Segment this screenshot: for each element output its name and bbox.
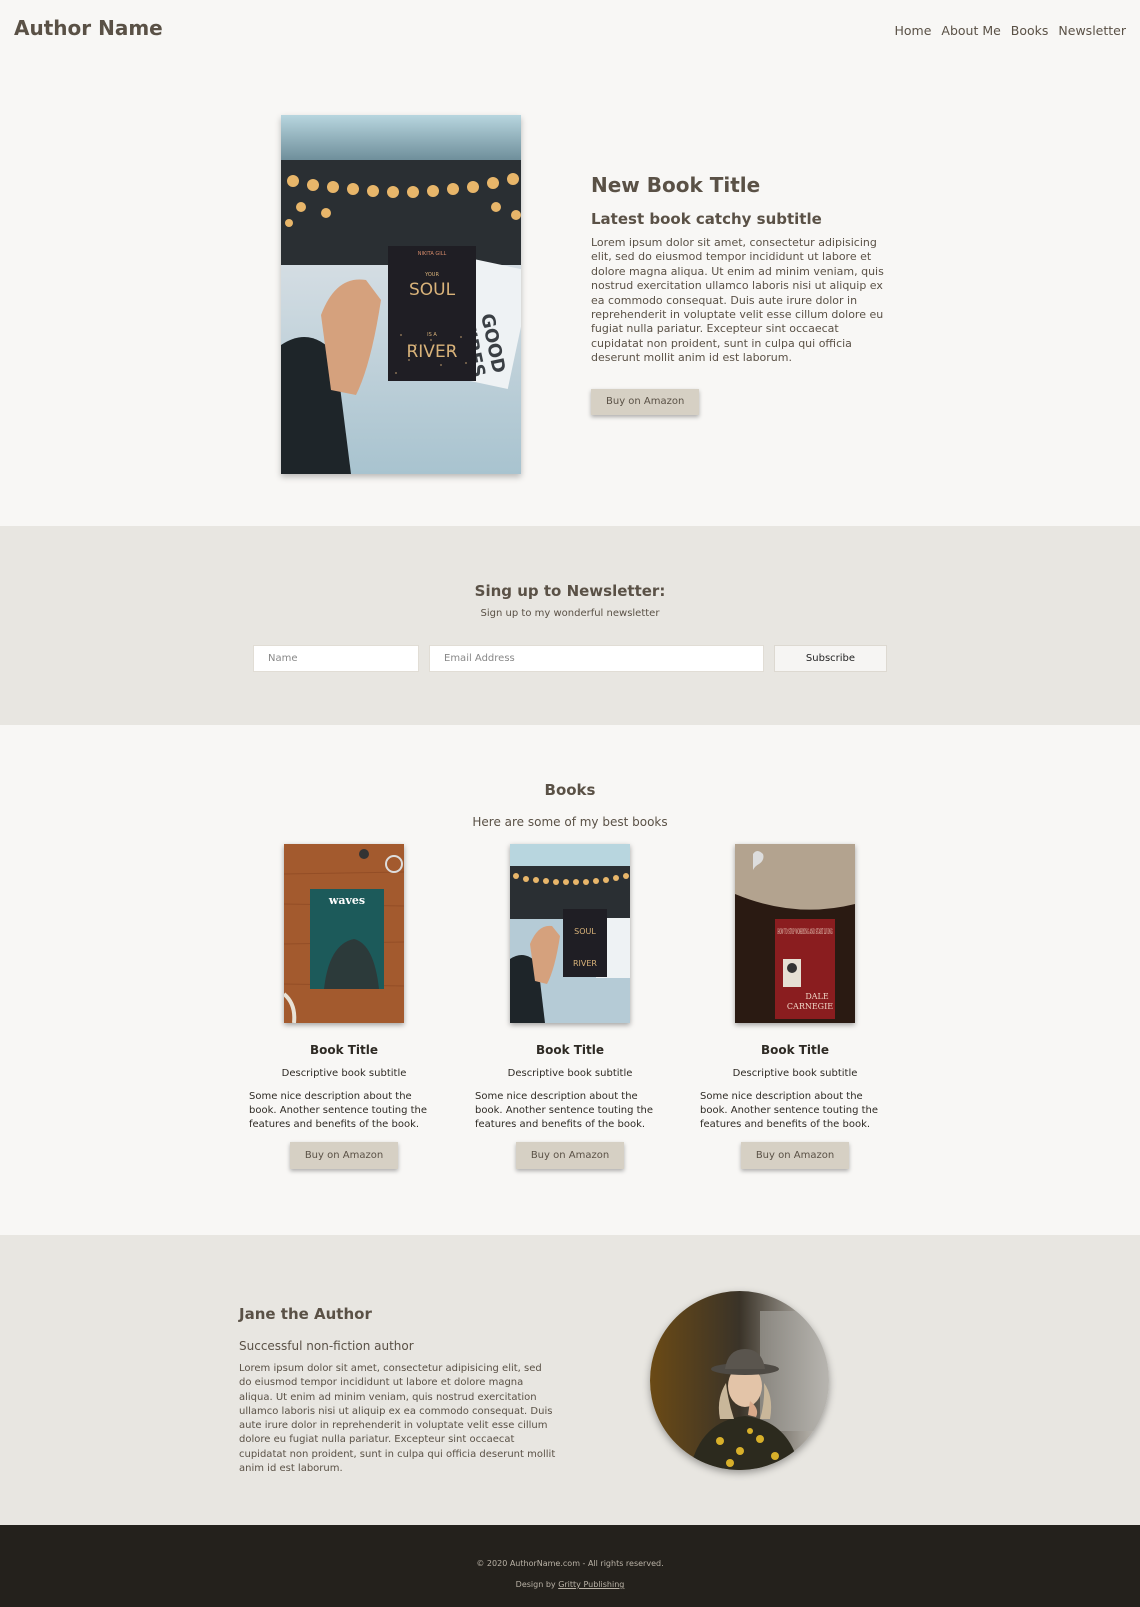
svg-text:CARNEGIE: CARNEGIE bbox=[787, 1002, 833, 1011]
design-credit-prefix: Design by bbox=[515, 1580, 559, 1589]
about-section: Jane the Author Successful non-fiction a… bbox=[0, 1235, 1140, 1525]
books-title: Books bbox=[544, 781, 596, 799]
book-description: Some nice description about the book. An… bbox=[700, 1091, 879, 1130]
site-logo[interactable]: Author Name bbox=[14, 16, 163, 40]
nav-home[interactable]: Home bbox=[894, 23, 931, 38]
book-subtitle: Descriptive book subtitle bbox=[507, 1068, 633, 1079]
newsletter-subtitle: Sign up to my wonderful newsletter bbox=[480, 608, 660, 619]
newsletter-section: Sing up to Newsletter: Sign up to my won… bbox=[0, 526, 1140, 725]
svg-text:RIVER: RIVER bbox=[573, 959, 597, 968]
books-subtitle: Here are some of my best books bbox=[472, 815, 668, 829]
buy-amazon-button[interactable]: Buy on Amazon bbox=[289, 1142, 399, 1169]
book-title: Book Title bbox=[535, 1043, 605, 1057]
hero-title: New Book Title bbox=[591, 173, 761, 197]
book-description: Some nice description about the book. An… bbox=[249, 1091, 428, 1130]
design-credit-link[interactable]: Gritty Publishing bbox=[558, 1580, 624, 1589]
book-cover-image[interactable]: HOW TO STOP WORRYING AND START LIVING DA… bbox=[735, 844, 855, 1023]
svg-text:DALE: DALE bbox=[805, 992, 829, 1001]
svg-text:IS A: IS A bbox=[427, 332, 437, 338]
books-section: Books Here are some of my best books wav… bbox=[0, 725, 1140, 1235]
author-role: Successful non-fiction author bbox=[239, 1339, 414, 1353]
book-title: Book Title bbox=[309, 1043, 379, 1057]
hero-description: Lorem ipsum dolor sit amet, consectetur … bbox=[591, 236, 884, 365]
newsletter-form: Subscribe bbox=[253, 645, 887, 672]
svg-text:YOUR: YOUR bbox=[424, 272, 439, 278]
svg-text:HOW TO STOP WORRYING AND START: HOW TO STOP WORRYING AND START LIVING bbox=[778, 928, 833, 936]
book-subtitle: Descriptive book subtitle bbox=[281, 1068, 407, 1079]
email-input[interactable] bbox=[429, 645, 764, 672]
copyright-text: © 2020 AuthorName.com - All rights reser… bbox=[476, 1559, 664, 1568]
book-cover-image[interactable]: SOUL RIVER bbox=[510, 844, 630, 1023]
nav-books[interactable]: Books bbox=[1011, 23, 1049, 38]
nav-about-me[interactable]: About Me bbox=[941, 23, 1000, 38]
book-description: Some nice description about the book. An… bbox=[475, 1091, 654, 1130]
book-card: SOUL RIVER Book Title Descriptive book s… bbox=[475, 844, 665, 1169]
hero-section: GOOD VIBES NIKITA GILL YOUR SOUL IS A RI… bbox=[0, 62, 1140, 526]
subscribe-button[interactable]: Subscribe bbox=[774, 645, 887, 672]
newsletter-title: Sing up to Newsletter: bbox=[474, 582, 666, 600]
hero-book-photo: GOOD VIBES NIKITA GILL YOUR SOUL IS A RI… bbox=[281, 115, 521, 474]
buy-amazon-button[interactable]: Buy on Amazon bbox=[740, 1142, 850, 1169]
site-header: Author Name Home About Me Books Newslett… bbox=[0, 0, 1140, 62]
svg-text:SOUL: SOUL bbox=[409, 280, 456, 300]
book-subtitle: Descriptive book subtitle bbox=[732, 1068, 858, 1079]
design-credit: Design by Gritty Publishing bbox=[0, 1580, 1140, 1589]
hero-buy-amazon-button[interactable]: Buy on Amazon bbox=[591, 388, 700, 415]
svg-text:SOUL: SOUL bbox=[574, 927, 596, 936]
book-card: HOW TO STOP WORRYING AND START LIVING DA… bbox=[700, 844, 890, 1169]
svg-text:NIKITA GILL: NIKITA GILL bbox=[418, 251, 447, 257]
author-bio: Lorem ipsum dolor sit amet, consectetur … bbox=[239, 1363, 556, 1475]
svg-text:RIVER: RIVER bbox=[406, 342, 457, 362]
about-content: Jane the Author Successful non-fiction a… bbox=[239, 1305, 557, 1476]
nav-newsletter[interactable]: Newsletter bbox=[1058, 23, 1126, 38]
site-footer: © 2020 AuthorName.com - All rights reser… bbox=[0, 1525, 1140, 1607]
hero-content: New Book Title Latest book catchy subtit… bbox=[591, 173, 886, 415]
svg-text:waves: waves bbox=[328, 894, 365, 907]
buy-amazon-button[interactable]: Buy on Amazon bbox=[515, 1142, 625, 1169]
author-avatar bbox=[650, 1291, 829, 1470]
book-card: waves Book Title Descriptive book subtit… bbox=[249, 844, 439, 1169]
author-name: Jane the Author bbox=[239, 1305, 372, 1323]
name-input[interactable] bbox=[253, 645, 419, 672]
main-nav: Home About Me Books Newsletter bbox=[894, 23, 1126, 38]
book-cover-image[interactable]: waves bbox=[284, 844, 404, 1023]
hero-subtitle: Latest book catchy subtitle bbox=[591, 210, 822, 228]
book-title: Book Title bbox=[760, 1043, 830, 1057]
